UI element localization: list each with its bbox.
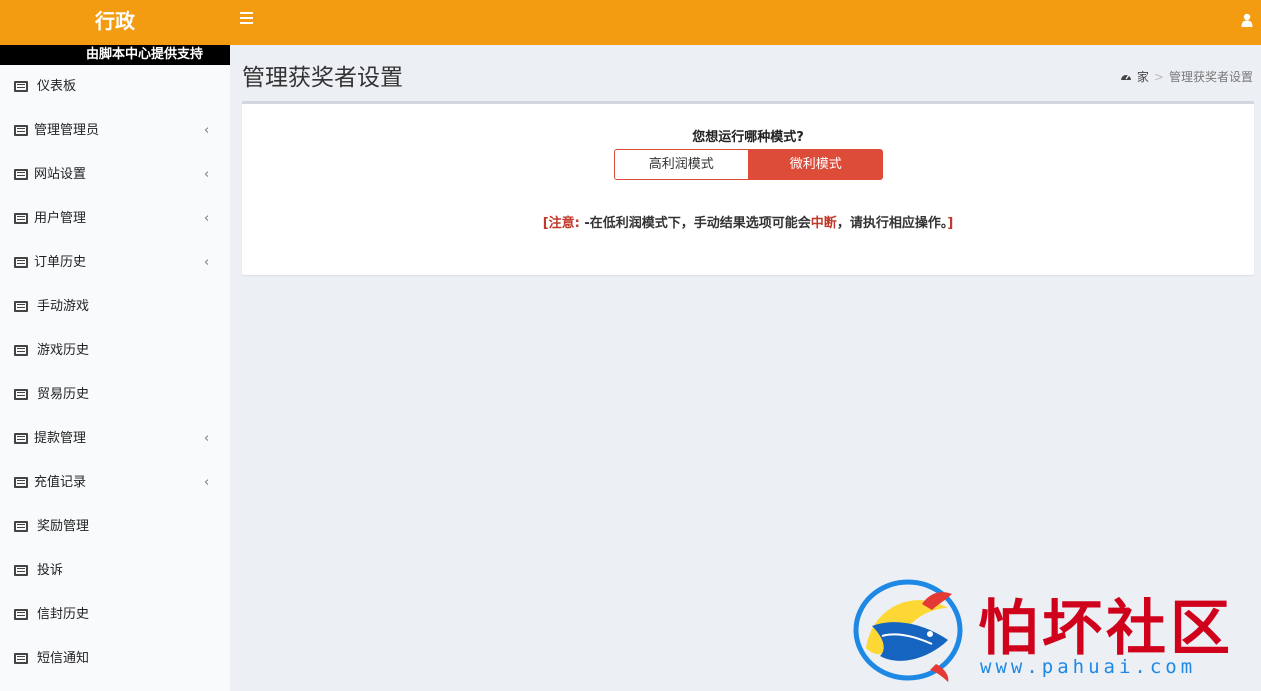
- list-icon: [14, 213, 28, 224]
- list-icon: [14, 125, 28, 136]
- mode-notice: [注意: -在低利润模式下，手动结果选项可能会中断，请执行相应操作。]: [242, 212, 1254, 231]
- sidebar-item[interactable]: 投诉: [0, 549, 230, 593]
- support-banner: 由脚本中心提供支持: [0, 45, 230, 65]
- notice-label: 注意:: [548, 216, 580, 231]
- watermark: 怕坏社区 www.pahuai.com: [852, 578, 1252, 684]
- mode-toggle-group: 高利润模式 微利模式: [614, 149, 883, 180]
- mode-question: 您想运行哪种模式?: [692, 130, 804, 145]
- fish-logo-icon: [853, 579, 963, 682]
- chevron-left-icon: ‹: [204, 431, 210, 446]
- sidebar-item[interactable]: 手动游戏: [0, 285, 230, 329]
- list-icon: [14, 169, 28, 180]
- low-profit-mode-button[interactable]: 微利模式: [748, 149, 883, 180]
- top-header: 行政: [0, 0, 1261, 45]
- sidebar-item[interactable]: 信封历史: [0, 593, 230, 637]
- sidebar-item-label: 仪表板: [37, 79, 77, 94]
- sidebar-item[interactable]: 短信通知: [0, 637, 230, 681]
- sidebar-item-label: 提款管理: [34, 431, 87, 446]
- notice-text-before: -在低利润模式下，手动结果选项可能会: [579, 216, 811, 231]
- chevron-left-icon: ‹: [204, 167, 210, 182]
- breadcrumb-home[interactable]: 家: [1137, 68, 1149, 85]
- sidebar-item-label: 投诉: [37, 563, 64, 578]
- chevron-left-icon: ‹: [204, 475, 210, 490]
- sidebar-item-label: 短信通知: [37, 651, 90, 666]
- list-icon: [14, 345, 28, 356]
- list-icon: [14, 521, 28, 532]
- sidebar-item[interactable]: 贸易历史: [0, 373, 230, 417]
- hamburger-icon[interactable]: [240, 12, 253, 26]
- sidebar-item[interactable]: 用户管理 ‹: [0, 197, 230, 241]
- breadcrumb-separator: >: [1153, 69, 1164, 84]
- sidebar-item-label: 管理管理员: [34, 123, 100, 138]
- chevron-left-icon: ‹: [204, 255, 210, 270]
- list-icon: [14, 257, 28, 268]
- breadcrumb-current: 管理获奖者设置: [1168, 70, 1253, 84]
- list-icon: [14, 81, 28, 92]
- chevron-left-icon: ‹: [204, 211, 210, 226]
- mode-settings-box: 您想运行哪种模式? 高利润模式 微利模式 [注意: -在低利润模式下，手动结果选…: [242, 101, 1254, 275]
- list-icon: [14, 653, 28, 664]
- sidebar-item-label: 充值记录: [34, 475, 87, 490]
- sidebar-item[interactable]: 网站设置 ‹: [0, 153, 230, 197]
- page-title: 管理获奖者设置: [242, 65, 403, 91]
- list-icon: [14, 609, 28, 620]
- sidebar-item-label: 信封历史: [37, 607, 90, 622]
- sidebar-item[interactable]: 游戏历史: [0, 329, 230, 373]
- sidebar-item[interactable]: 提款管理 ‹: [0, 417, 230, 461]
- high-profit-mode-button[interactable]: 高利润模式: [614, 149, 749, 180]
- list-icon: [14, 389, 28, 400]
- list-icon: [14, 301, 28, 312]
- sidebar-item-label: 用户管理: [34, 211, 87, 226]
- sidebar-item[interactable]: 订单历史 ‹: [0, 241, 230, 285]
- sidebar-item-label: 贸易历史: [37, 387, 90, 402]
- app-logo[interactable]: 行政: [0, 0, 230, 45]
- dashboard-icon: [1120, 75, 1131, 80]
- notice-highlight: 中断: [810, 216, 837, 231]
- notice-bracket-close: ]: [947, 216, 954, 231]
- watermark-url: www.pahuai.com: [980, 656, 1197, 678]
- notice-text-after: ，请执行相应操作。: [836, 216, 948, 231]
- list-icon: [14, 433, 28, 444]
- sidebar-menu: 仪表板管理管理员 ‹ 网站设置 ‹ 用户管理 ‹ 订单历史 ‹ 手动游戏游戏历史贸易历史提款管理…: [0, 65, 230, 681]
- list-icon: [14, 565, 28, 576]
- sidebar-item[interactable]: 管理管理员 ‹: [0, 109, 230, 153]
- user-icon[interactable]: [1241, 13, 1253, 27]
- sidebar-item[interactable]: 奖励管理: [0, 505, 230, 549]
- sidebar-item-label: 网站设置: [34, 167, 87, 182]
- sidebar-item-label: 手动游戏: [37, 299, 90, 314]
- watermark-title: 怕坏社区: [978, 594, 1234, 664]
- sidebar-item-label: 奖励管理: [37, 519, 90, 534]
- sidebar-item-label: 订单历史: [34, 255, 87, 270]
- sidebar: 由脚本中心提供支持 仪表板管理管理员 ‹ 网站设置 ‹ 用户管理 ‹ 订单历史 ‹ 手动游戏游戏…: [0, 45, 230, 691]
- sidebar-item[interactable]: 仪表板: [0, 65, 230, 109]
- sidebar-item[interactable]: 充值记录 ‹: [0, 461, 230, 505]
- sidebar-item-label: 游戏历史: [37, 343, 90, 358]
- chevron-left-icon: ‹: [204, 123, 210, 138]
- breadcrumb: 家 > 管理获奖者设置: [1120, 68, 1253, 85]
- list-icon: [14, 477, 28, 488]
